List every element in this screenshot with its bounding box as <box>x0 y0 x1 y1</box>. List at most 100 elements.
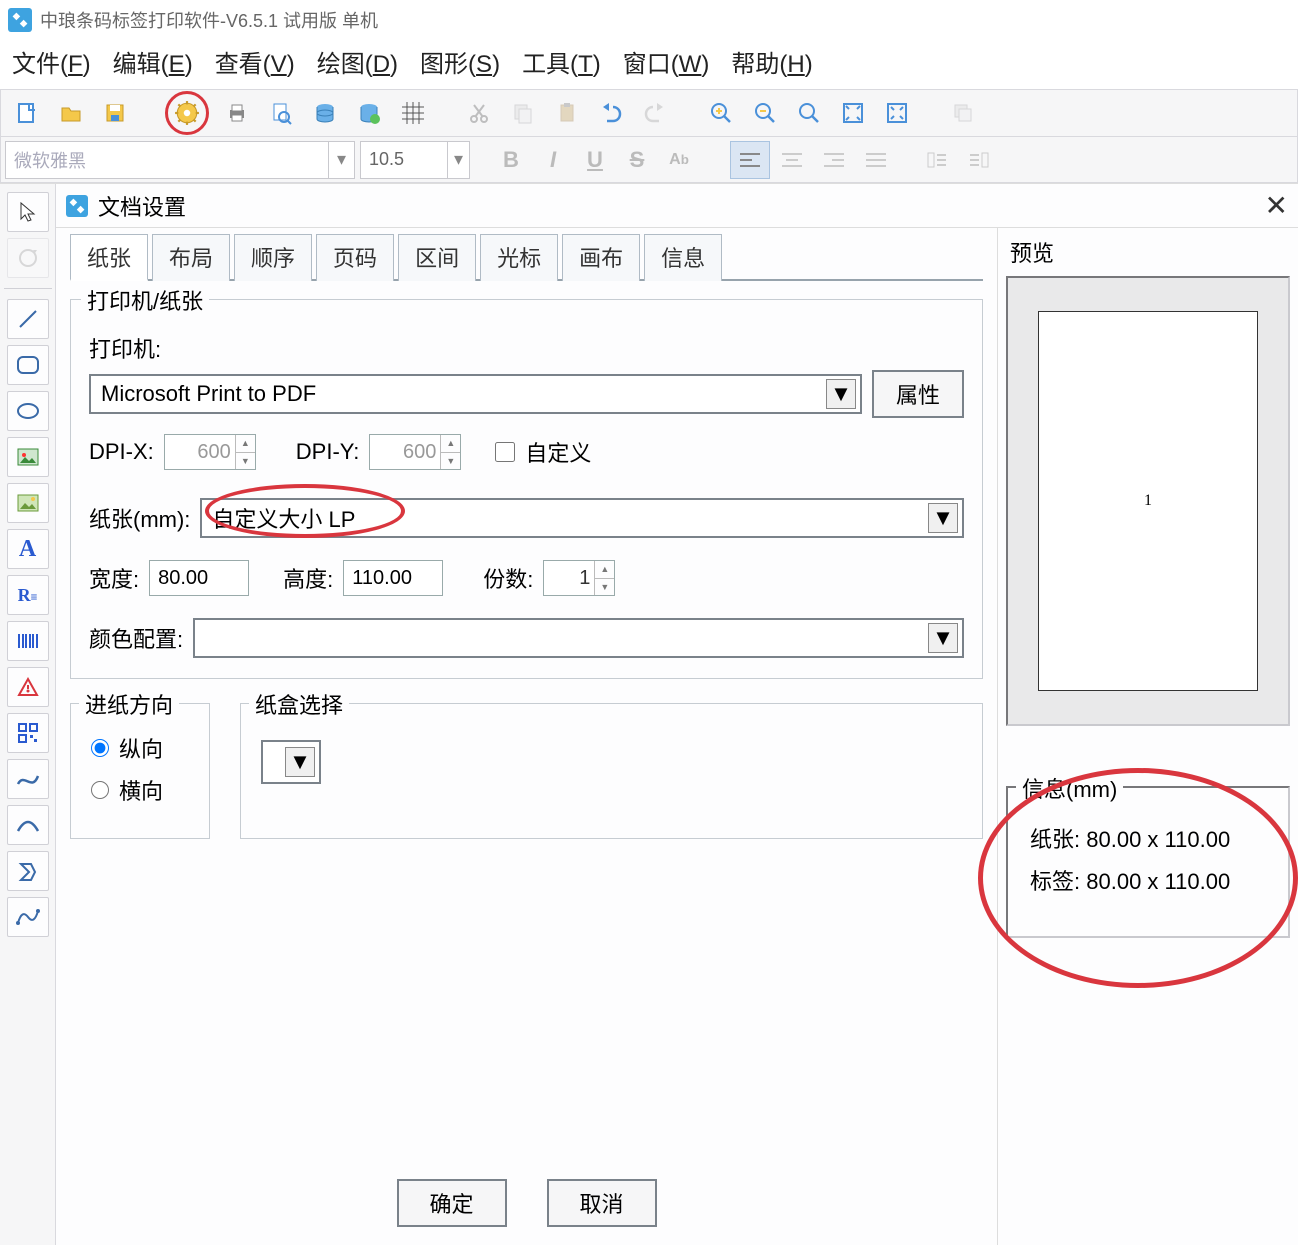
print-preview-icon[interactable] <box>263 95 299 131</box>
portrait-radio[interactable]: 纵向 <box>91 732 189 764</box>
cancel-button[interactable]: 取消 <box>547 1179 657 1227</box>
paper-size-value: 自定义大小 LP <box>212 502 355 534</box>
save-icon[interactable] <box>97 95 133 131</box>
height-input[interactable] <box>343 560 443 596</box>
paste-icon[interactable] <box>549 95 585 131</box>
chevron-down-icon[interactable]: ▼ <box>928 623 958 653</box>
bezier-tool-icon[interactable] <box>7 897 49 937</box>
cut-icon[interactable] <box>461 95 497 131</box>
properties-button[interactable]: 属性 <box>872 370 964 418</box>
tab-pagenum[interactable]: 页码 <box>316 234 394 281</box>
tab-paper[interactable]: 纸张 <box>70 234 148 281</box>
arc-tool-icon[interactable] <box>7 805 49 845</box>
chevron-down-icon[interactable]: ▼ <box>285 747 315 777</box>
print-icon[interactable] <box>219 95 255 131</box>
align-center-icon[interactable] <box>772 141 812 179</box>
printer-paper-group: 打印机/纸张 打印机: Microsoft Print to PDF ▼ 属性 <box>70 299 983 679</box>
chevron-down-icon[interactable]: ▾ <box>447 142 469 178</box>
group-label: 进纸方向 <box>79 688 179 720</box>
group-label: 纸盒选择 <box>249 688 349 720</box>
undo-icon[interactable] <box>593 95 629 131</box>
menu-file[interactable]: 文件(F) <box>12 44 91 79</box>
zoom-in-icon[interactable] <box>703 95 739 131</box>
copy-icon[interactable] <box>505 95 541 131</box>
ellipse-tool-icon[interactable] <box>7 391 49 431</box>
height-label: 高度: <box>283 562 333 594</box>
strike-icon[interactable]: S <box>617 141 657 179</box>
picture-tool-icon[interactable] <box>7 483 49 523</box>
dpix-input[interactable]: ▲▼ <box>164 434 256 470</box>
tab-order[interactable]: 顺序 <box>234 234 312 281</box>
menu-tools[interactable]: 工具(T) <box>522 44 601 79</box>
open-file-icon[interactable] <box>53 95 89 131</box>
menu-help[interactable]: 帮助(H) <box>731 44 812 79</box>
align-left-icon[interactable] <box>730 141 770 179</box>
font-family-placeholder: 微软雅黑 <box>14 147 86 173</box>
pointer-tool-icon[interactable] <box>7 192 49 232</box>
gear-highlight-circle <box>165 91 209 135</box>
align-justify-icon[interactable] <box>856 141 896 179</box>
landscape-radio[interactable]: 横向 <box>91 774 189 806</box>
document-settings-icon[interactable] <box>172 98 202 128</box>
layers-icon[interactable] <box>945 95 981 131</box>
redo-icon[interactable] <box>637 95 673 131</box>
menu-view[interactable]: 查看(V) <box>215 44 295 79</box>
new-file-icon[interactable] <box>9 95 45 131</box>
polygon-tool-icon[interactable] <box>7 851 49 891</box>
database-icon[interactable] <box>307 95 343 131</box>
ok-button[interactable]: 确定 <box>397 1179 507 1227</box>
chevron-down-icon[interactable]: ▼ <box>928 503 958 533</box>
bold-icon[interactable]: B <box>491 141 531 179</box>
printer-combo[interactable]: Microsoft Print to PDF ▼ <box>89 374 862 414</box>
menu-shape[interactable]: 图形(S) <box>420 44 500 79</box>
chevron-down-icon[interactable]: ▼ <box>826 379 856 409</box>
preview-label: 预览 <box>1010 236 1290 268</box>
indent-right-icon[interactable] <box>959 141 999 179</box>
text-tool-icon[interactable]: A <box>7 529 49 569</box>
richtext-tool-icon[interactable]: R≡ <box>7 575 49 615</box>
copies-input[interactable]: ▲▼ <box>543 560 615 596</box>
shape-tool-icon[interactable] <box>7 667 49 707</box>
close-icon[interactable]: ✕ <box>1265 189 1288 222</box>
paper-size-combo[interactable]: 自定义大小 LP ▼ <box>200 498 964 538</box>
align-right-icon[interactable] <box>814 141 854 179</box>
zoom-out-icon[interactable] <box>747 95 783 131</box>
grid-icon[interactable] <box>395 95 431 131</box>
custom-dpi-checkbox[interactable] <box>495 442 515 462</box>
menu-edit[interactable]: 编辑(E) <box>113 44 193 79</box>
menu-window[interactable]: 窗口(W) <box>623 44 710 79</box>
tab-cursor[interactable]: 光标 <box>480 234 558 281</box>
width-input[interactable] <box>149 560 249 596</box>
tab-range[interactable]: 区间 <box>398 234 476 281</box>
info-paper-value: 80.00 x 110.00 <box>1086 827 1230 852</box>
rotate-tool-icon[interactable] <box>7 238 49 278</box>
tray-combo[interactable]: ▼ <box>261 740 321 784</box>
line-tool-icon[interactable] <box>7 299 49 339</box>
preview-page: 1 <box>1038 311 1258 691</box>
tab-canvas[interactable]: 画布 <box>562 234 640 281</box>
curve-tool-icon[interactable] <box>7 759 49 799</box>
font-size-combo[interactable]: 10.5 ▾ <box>360 141 470 179</box>
color-profile-combo[interactable]: ▼ <box>193 618 964 658</box>
roundrect-tool-icon[interactable] <box>7 345 49 385</box>
tab-layout[interactable]: 布局 <box>152 234 230 281</box>
superscript-icon[interactable]: Ab <box>659 141 699 179</box>
qrcode-tool-icon[interactable] <box>7 713 49 753</box>
zoom-icon[interactable] <box>791 95 827 131</box>
dpiy-input[interactable]: ▲▼ <box>369 434 461 470</box>
fit-page-icon[interactable] <box>835 95 871 131</box>
app-icon <box>8 8 32 32</box>
underline-icon[interactable]: U <box>575 141 615 179</box>
image-tool-icon[interactable] <box>7 437 49 477</box>
indent-left-icon[interactable] <box>917 141 957 179</box>
database-link-icon[interactable] <box>351 95 387 131</box>
tab-info[interactable]: 信息 <box>644 234 722 281</box>
tray-group: 纸盒选择 ▼ <box>240 703 983 839</box>
fit-width-icon[interactable] <box>879 95 915 131</box>
font-family-combo[interactable]: 微软雅黑 ▾ <box>5 141 355 179</box>
chevron-down-icon[interactable]: ▾ <box>328 142 354 178</box>
menu-draw[interactable]: 绘图(D) <box>317 44 398 79</box>
italic-icon[interactable]: I <box>533 141 573 179</box>
color-profile-label: 颜色配置: <box>89 622 183 654</box>
barcode-tool-icon[interactable] <box>7 621 49 661</box>
